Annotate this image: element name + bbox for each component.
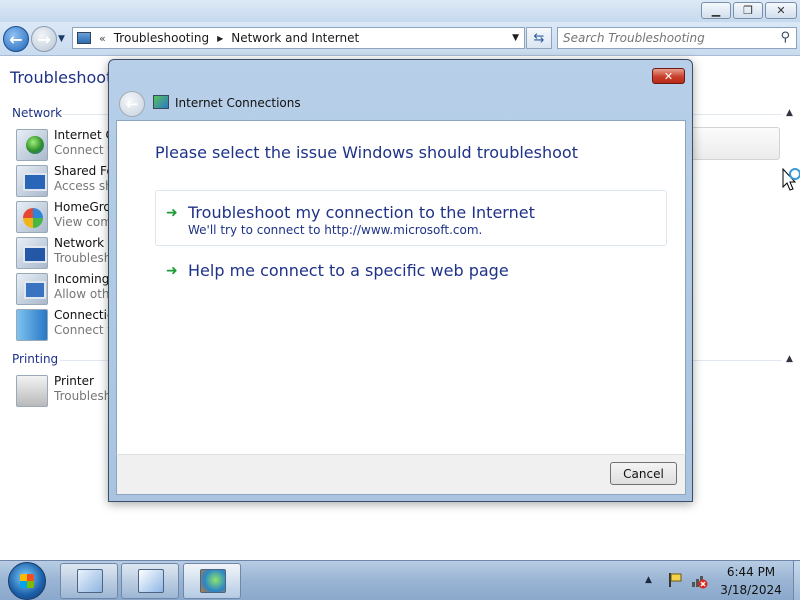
- address-dropdown-icon[interactable]: ▼: [512, 33, 519, 43]
- taskbar-troubleshooting[interactable]: [183, 563, 241, 599]
- search-input[interactable]: [563, 31, 773, 45]
- troubleshooter-shared-folders[interactable]: Shared Fol Access sha: [16, 164, 120, 198]
- search-icon[interactable]: ⚲: [780, 30, 790, 45]
- breadcrumb-troubleshooting[interactable]: Troubleshooting: [114, 31, 209, 45]
- troubleshooter-name: Internet C: [54, 128, 114, 142]
- troubleshooter-network-adapter[interactable]: Network A Troublesh: [16, 236, 116, 270]
- dialog-back-button[interactable]: ←: [119, 91, 145, 117]
- notepad-icon: [77, 569, 103, 593]
- restore-icon: ❐: [743, 4, 753, 17]
- navigation-bar: ← → ▼ « Troubleshooting ▶ Network and In…: [0, 22, 800, 56]
- troubleshooter-name: Incoming: [54, 272, 110, 286]
- mouse-cursor-icon: [782, 168, 800, 191]
- network-disconnected-icon[interactable]: [690, 571, 708, 589]
- dialog-heading: Please select the issue Windows should t…: [155, 143, 578, 162]
- close-icon: ✕: [663, 69, 674, 83]
- close-icon: ✕: [776, 4, 786, 17]
- control-panel-icon: [77, 32, 91, 44]
- back-arrow-icon: ←: [125, 95, 139, 113]
- forward-button[interactable]: →: [31, 26, 57, 52]
- green-arrow-icon: ➜: [166, 263, 178, 279]
- green-arrow-icon: ➜: [166, 205, 178, 221]
- collapse-printing-icon[interactable]: ▲: [786, 354, 793, 364]
- recent-pages-dropdown-icon[interactable]: ▼: [58, 34, 65, 44]
- option-connect-specific-web-page[interactable]: ➜ Help me connect to a specific web page: [155, 254, 667, 310]
- group-heading-network: Network: [12, 106, 63, 120]
- action-center-flag-icon[interactable]: [666, 571, 684, 589]
- troubleshooter-name: HomeGro: [54, 200, 111, 214]
- incoming-connections-icon: [16, 273, 48, 305]
- search-box[interactable]: ⚲: [557, 27, 797, 49]
- taskbar-control-panel[interactable]: [121, 563, 179, 599]
- dialog-content: Please select the issue Windows should t…: [116, 120, 686, 454]
- address-bar[interactable]: « Troubleshooting ▶ Network and Internet…: [72, 27, 525, 49]
- taskbar: ▲ 6:44 PM 3/18/2024: [0, 560, 800, 600]
- homegroup-icon: [16, 201, 48, 233]
- internet-connections-dialog: ✕ ← Internet Connections Please select t…: [108, 59, 693, 502]
- troubleshooter-incoming-connections[interactable]: Incoming Allow othe: [16, 272, 117, 306]
- troubleshooter-internet-connections[interactable]: Internet C Connect to: [16, 128, 119, 162]
- printer-icon: [16, 375, 48, 407]
- option-troubleshoot-internet-connection[interactable]: ➜ Troubleshoot my connection to the Inte…: [155, 190, 667, 246]
- network-adapter-icon: [16, 237, 48, 269]
- collapse-network-icon[interactable]: ▲: [786, 108, 793, 118]
- item-hover-highlight: [692, 127, 780, 160]
- dialog-title: Internet Connections: [175, 96, 301, 110]
- group-heading-printing: Printing: [12, 352, 59, 366]
- shared-folders-icon: [16, 165, 48, 197]
- show-desktop-button[interactable]: [793, 561, 800, 600]
- back-arrow-icon: ←: [9, 29, 23, 49]
- maximize-button[interactable]: ❐: [733, 2, 763, 19]
- cancel-button[interactable]: Cancel: [610, 462, 677, 485]
- close-window-button[interactable]: ✕: [765, 2, 797, 19]
- troubleshooter-homegroup[interactable]: HomeGro View comp: [16, 200, 120, 234]
- start-button[interactable]: [8, 562, 46, 600]
- refresh-icon: ⇆: [533, 30, 545, 46]
- window-titlebar: ▁ ❐ ✕: [0, 0, 800, 22]
- troubleshooter-printer[interactable]: Printer Troublesh: [16, 374, 116, 408]
- option-title[interactable]: Help me connect to a specific web page: [188, 261, 509, 280]
- internet-connections-icon: [153, 95, 169, 109]
- dialog-footer: Cancel: [116, 454, 686, 495]
- troubleshooter-connection-workplace[interactable]: Connectio Connect to: [16, 308, 119, 342]
- forward-arrow-icon: →: [37, 29, 51, 49]
- back-button[interactable]: ←: [3, 26, 29, 52]
- troubleshooter-name: Printer: [54, 374, 94, 388]
- option-subtitle: We'll try to connect to http://www.micro…: [188, 223, 483, 237]
- troubleshooter-description: Troublesh: [54, 389, 112, 403]
- troubleshooter-name: Network A: [54, 236, 117, 250]
- control-panel-icon: [138, 569, 164, 593]
- option-title[interactable]: Troubleshoot my connection to the Intern…: [188, 203, 535, 222]
- troubleshooter-name: Connectio: [54, 308, 115, 322]
- internet-connections-icon: [16, 129, 48, 161]
- breadcrumb-arrow-icon[interactable]: ▶: [217, 34, 223, 43]
- refresh-button[interactable]: ⇆: [526, 27, 552, 49]
- workplace-connection-icon: [16, 309, 48, 341]
- troubleshooting-icon: [200, 569, 226, 593]
- clock-date[interactable]: 3/18/2024: [712, 583, 790, 597]
- address-overflow[interactable]: «: [99, 32, 106, 45]
- minimize-button[interactable]: ▁: [701, 2, 731, 19]
- breadcrumb-network-and-internet[interactable]: Network and Internet: [231, 31, 359, 45]
- taskbar-notepad[interactable]: [60, 563, 118, 599]
- show-hidden-icons-icon[interactable]: ▲: [645, 575, 652, 585]
- dialog-close-button[interactable]: ✕: [652, 68, 685, 84]
- minimize-icon: ▁: [711, 4, 721, 17]
- clock-time[interactable]: 6:44 PM: [712, 565, 790, 579]
- troubleshooter-description: Troublesh: [54, 251, 112, 265]
